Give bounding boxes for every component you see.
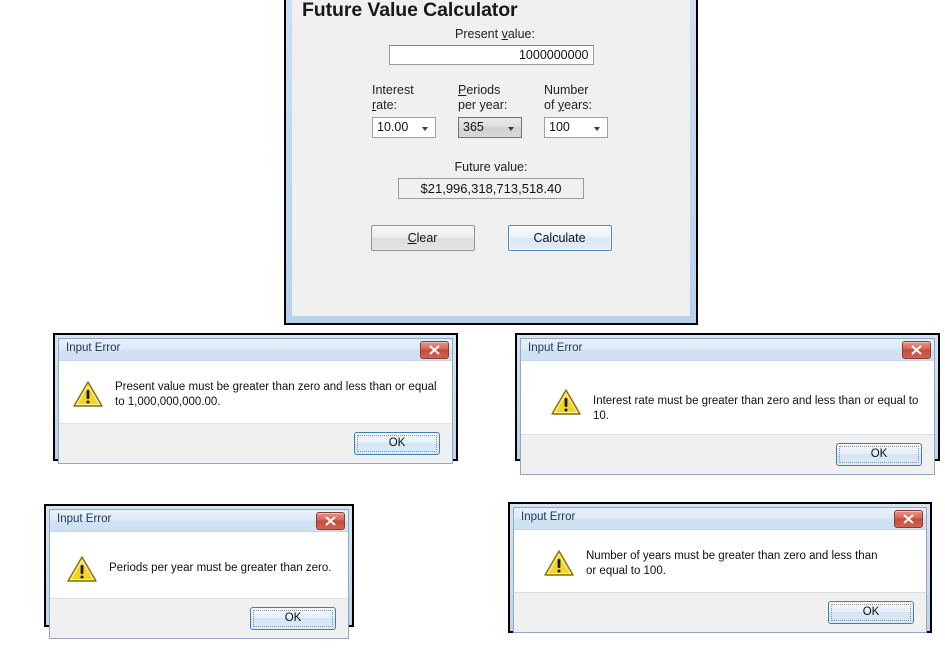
interest-rate-dropdown[interactable]: 10.00 <box>372 117 436 138</box>
dialog-frame: Input Error Periods per year must be gre… <box>46 506 352 639</box>
interest-rate-group: Interest rate: 10.00 <box>372 83 444 138</box>
present-value-row: Present value: 1000000000 <box>293 27 689 65</box>
present-value-label: Present value: <box>455 27 535 41</box>
dialog-titlebar: Input Error <box>50 510 348 532</box>
warning-icon <box>544 550 576 582</box>
dialog-titlebar: Input Error <box>521 339 934 361</box>
warning-icon <box>73 381 105 413</box>
dialog-inner: Input Error Periods per year must be gre… <box>49 509 349 639</box>
input-error-dialog-number-of-years: Input Error Number of years must be grea… <box>508 502 932 633</box>
dialog-title: Input Error <box>57 513 112 525</box>
periods-per-year-value: 365 <box>463 120 484 134</box>
warning-icon <box>67 556 99 588</box>
clear-button[interactable]: Clear <box>370 225 475 251</box>
dialog-titlebar: Input Error <box>514 508 926 530</box>
close-icon[interactable] <box>902 341 931 359</box>
dialog-footer: OK <box>59 423 452 463</box>
dialog-message: Interest rate must be greater than zero … <box>593 395 919 422</box>
dialog-inner: Input Error Interest rate must be greate… <box>520 338 935 475</box>
dialog-title: Input Error <box>66 342 121 354</box>
close-icon[interactable] <box>316 512 345 530</box>
dialog-content: Number of years must be greater than zer… <box>514 530 926 592</box>
calculator-form: Present value: 1000000000 Interest rate: … <box>293 27 689 251</box>
dialog-message: Number of years must be greater than zer… <box>586 550 878 577</box>
periods-per-year-label: Periods per year: <box>458 83 508 112</box>
ok-button[interactable]: OK <box>828 601 914 624</box>
rate-periods-years-row: Interest rate: 10.00 Periods per year: 365 <box>293 83 689 138</box>
dialog-frame: Input Error Interest rate must be greate… <box>517 335 938 475</box>
ok-button[interactable]: OK <box>250 607 336 630</box>
input-error-dialog-present-value: Input Error Present value must be greate… <box>53 333 458 464</box>
dialog-title: Input Error <box>521 511 576 523</box>
interest-rate-value: 10.00 <box>377 120 409 134</box>
present-value-input[interactable]: 1000000000 <box>388 45 594 65</box>
number-of-years-label: Number of years: <box>544 83 592 112</box>
dialog-footer: OK <box>50 598 348 638</box>
dialog-inner: Input Error Present value must be greate… <box>58 338 453 464</box>
button-row: Clear Calculate <box>293 225 689 251</box>
close-x-glyph <box>903 514 914 524</box>
page-title: Future Value Calculator <box>302 0 518 21</box>
close-x-glyph <box>325 516 336 526</box>
close-icon[interactable] <box>894 510 923 528</box>
future-value-calculator-window: Future Value Calculator Present value: 1… <box>284 0 698 325</box>
dialog-frame: Input Error Number of years must be grea… <box>510 504 930 633</box>
ok-button[interactable]: OK <box>836 443 922 466</box>
periods-per-year-group: Periods per year: 365 <box>458 83 530 138</box>
future-value-row: Future value: $21,996,318,713,518.40 <box>293 160 689 199</box>
close-x-glyph <box>911 345 922 355</box>
number-of-years-group: Number of years: 100 <box>544 83 616 138</box>
dialog-content: Interest rate must be greater than zero … <box>521 361 934 434</box>
future-value-label: Future value: <box>454 160 528 174</box>
input-error-dialog-periods-per-year: Input Error Periods per year must be gre… <box>44 504 354 639</box>
interest-rate-label: Interest rate: <box>372 83 414 112</box>
dialog-content: Present value must be greater than zero … <box>59 361 452 423</box>
dialog-footer: OK <box>521 434 934 474</box>
future-value-output: $21,996,318,713,518.40 <box>398 178 584 199</box>
calculate-button[interactable]: Calculate <box>507 225 612 251</box>
chevron-down-icon <box>422 127 428 131</box>
ok-button[interactable]: OK <box>354 432 440 455</box>
window-client-area: Future Value Calculator Present value: 1… <box>292 0 690 316</box>
dialog-titlebar: Input Error <box>59 339 452 361</box>
close-icon[interactable] <box>420 341 449 359</box>
dialog-message: Periods per year must be greater than ze… <box>109 562 332 574</box>
window-frame: Future Value Calculator Present value: 1… <box>286 0 696 323</box>
dialog-title: Input Error <box>528 342 583 354</box>
chevron-down-icon <box>594 127 600 131</box>
chevron-down-icon <box>508 127 514 131</box>
number-of-years-dropdown[interactable]: 100 <box>544 117 608 138</box>
close-x-glyph <box>429 345 440 355</box>
input-error-dialog-interest-rate: Input Error Interest rate must be greate… <box>515 333 940 475</box>
dialog-message: Present value must be greater than zero … <box>115 381 437 408</box>
warning-icon <box>551 389 583 421</box>
dialog-frame: Input Error Present value must be greate… <box>55 335 456 464</box>
dialog-inner: Input Error Number of years must be grea… <box>513 507 927 633</box>
periods-per-year-dropdown[interactable]: 365 <box>458 117 522 138</box>
dialog-content: Periods per year must be greater than ze… <box>50 532 348 598</box>
dialog-footer: OK <box>514 592 926 632</box>
number-of-years-value: 100 <box>549 120 570 134</box>
